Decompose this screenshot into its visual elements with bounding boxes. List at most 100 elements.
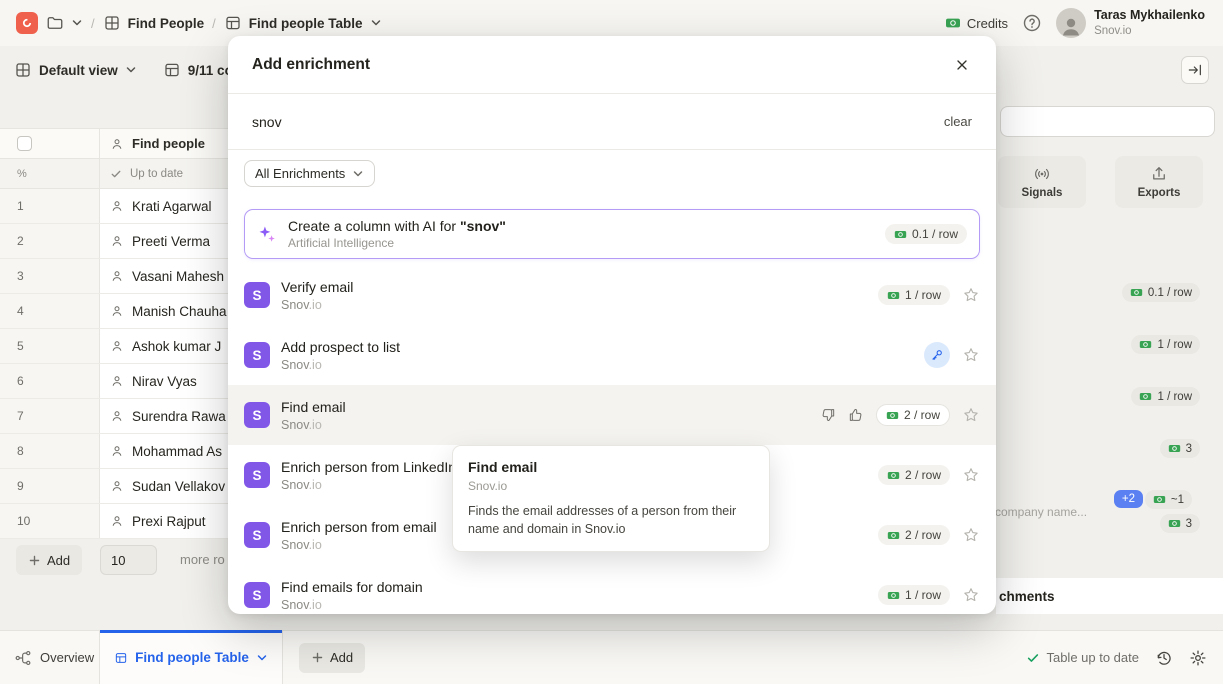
breadcrumb-separator: / [212,16,216,31]
user-name: Taras Mykhailenko [1094,8,1205,24]
exports-button[interactable]: Exports [1115,156,1203,208]
enrichment-item-verify-email[interactable]: S Verify email Snov.io 1 / row [228,265,996,325]
tooltip-title: Find email [468,459,754,475]
footer-right: Table up to date [1026,631,1223,684]
breadcrumb-workspace[interactable]: Find People [103,14,205,32]
signals-button[interactable]: Signals [998,156,1086,208]
workspace-folder-button[interactable] [46,14,83,32]
row-number: 3 [0,259,100,293]
favorite-star-button[interactable] [962,466,980,484]
breadcrumb-table[interactable]: Find people Table [224,14,382,32]
person-name: Ashok kumar J [132,339,221,354]
tooltip-description: Finds the email addresses of a person fr… [468,502,754,538]
signals-icon [1033,165,1051,183]
table-status: Table up to date [1026,650,1139,665]
credit-cost-badge: 1 / row [1131,387,1200,406]
enrichment-text: Find emails for domain Snov.io [281,579,423,612]
api-key-required-badge [924,342,950,368]
coin-icon [887,589,900,602]
star-icon [962,466,980,484]
star-icon [962,346,980,364]
enrichment-title: Enrich person from email [281,519,437,535]
person-name: Vasani Mahesh [132,269,224,284]
add-tab-button[interactable]: Add [299,643,365,673]
app-logo[interactable] [16,12,38,34]
credits-button[interactable]: Credits [945,15,1008,31]
thumbs-down-button[interactable] [820,407,836,423]
credits-label: Credits [967,16,1008,31]
folder-icon [46,14,64,32]
person-name: Nirav Vyas [132,374,197,389]
credit-cost-badge: 3 [1160,439,1200,458]
person-icon [110,234,124,248]
enrichment-text: Find email Snov.io [281,399,346,432]
more-rows-label: more ro [180,552,225,567]
user-menu[interactable]: Taras Mykhailenko Snov.io [1056,8,1205,38]
person-icon [110,304,124,318]
user-info: Taras Mykhailenko Snov.io [1094,8,1205,38]
help-button[interactable] [1022,13,1042,33]
view-selector[interactable]: Default view [14,61,137,79]
enrichment-item-add-prospect[interactable]: S Add prospect to list Snov.io [228,325,996,385]
provider-name: Snov [281,598,309,612]
favorite-star-button[interactable] [962,406,980,424]
overview-label: Overview [40,650,94,665]
settings-button[interactable] [1189,649,1207,667]
enrichment-item-find-email[interactable]: S Find email Snov.io 2 / row [228,385,996,445]
layout-icon [14,61,32,79]
modal-header: Add enrichment [228,36,996,94]
person-name: Preeti Verma [132,234,210,249]
person-name: Prexi Rajput [132,514,206,529]
provider-tld: .io [309,478,322,492]
ai-column-suggestion[interactable]: Create a column with AI for "snov" Artif… [244,209,980,259]
ai-suggestion-text: Create a column with AI for "snov" Artif… [288,218,506,250]
enrichment-search-input[interactable] [252,114,934,130]
person-name: Surendra Rawa [132,409,226,424]
favorite-star-button[interactable] [962,286,980,304]
favorite-star-button[interactable] [962,586,980,604]
exports-icon [1150,165,1168,183]
topbar-right: Credits Taras Mykhailenko Snov.io [945,8,1205,38]
person-name: Krati Agarwal [132,199,212,214]
table-status-label: Table up to date [1046,650,1139,665]
enrichment-item-find-emails-for-domain[interactable]: S Find emails for domain Snov.io 1 / row [228,565,996,614]
row-number: 5 [0,329,100,363]
enrichment-title: Enrich person from LinkedIn [281,459,456,475]
check-icon [110,168,122,180]
coin-icon [887,529,900,542]
search-input[interactable] [1000,106,1215,137]
close-button[interactable] [948,51,976,79]
tab-find-people-table[interactable]: Find people Table [100,631,283,684]
add-row-button[interactable]: Add [16,545,82,575]
favorite-star-button[interactable] [962,346,980,364]
select-all-checkbox[interactable] [17,136,32,151]
clear-search-button[interactable]: clear [944,114,972,129]
history-button[interactable] [1155,649,1173,667]
provider-name: Snov [281,418,309,432]
provider-tld: .io [309,358,322,372]
enrichments-header-partial: chments [996,578,1223,614]
coin-icon [1139,390,1152,403]
overview-tab[interactable]: Overview [0,631,100,684]
plus-icon [311,651,324,664]
thumbs-up-button[interactable] [848,407,864,423]
credit-cost-badge: 1 / row [1131,335,1200,354]
provider-tld: .io [309,298,322,312]
credit-cost-badge: 1 / row [878,585,950,605]
view-name: Default view [39,63,118,78]
person-icon [110,137,124,151]
person-icon [110,269,124,283]
favorite-star-button[interactable] [962,526,980,544]
chevron-down-icon [370,17,382,29]
question-icon [1022,13,1042,33]
coin-icon [886,409,899,422]
rows-count-input[interactable]: 10 [100,545,157,575]
row-number: 9 [0,469,100,503]
coin-icon [887,289,900,302]
person-icon [110,374,124,388]
enrichment-text: Verify email Snov.io [281,279,353,312]
enrichment-filter-dropdown[interactable]: All Enrichments [244,160,375,187]
table-name: Find people Table [249,16,363,31]
collapse-panel-button[interactable] [1181,56,1209,84]
row-number: 1 [0,189,100,223]
